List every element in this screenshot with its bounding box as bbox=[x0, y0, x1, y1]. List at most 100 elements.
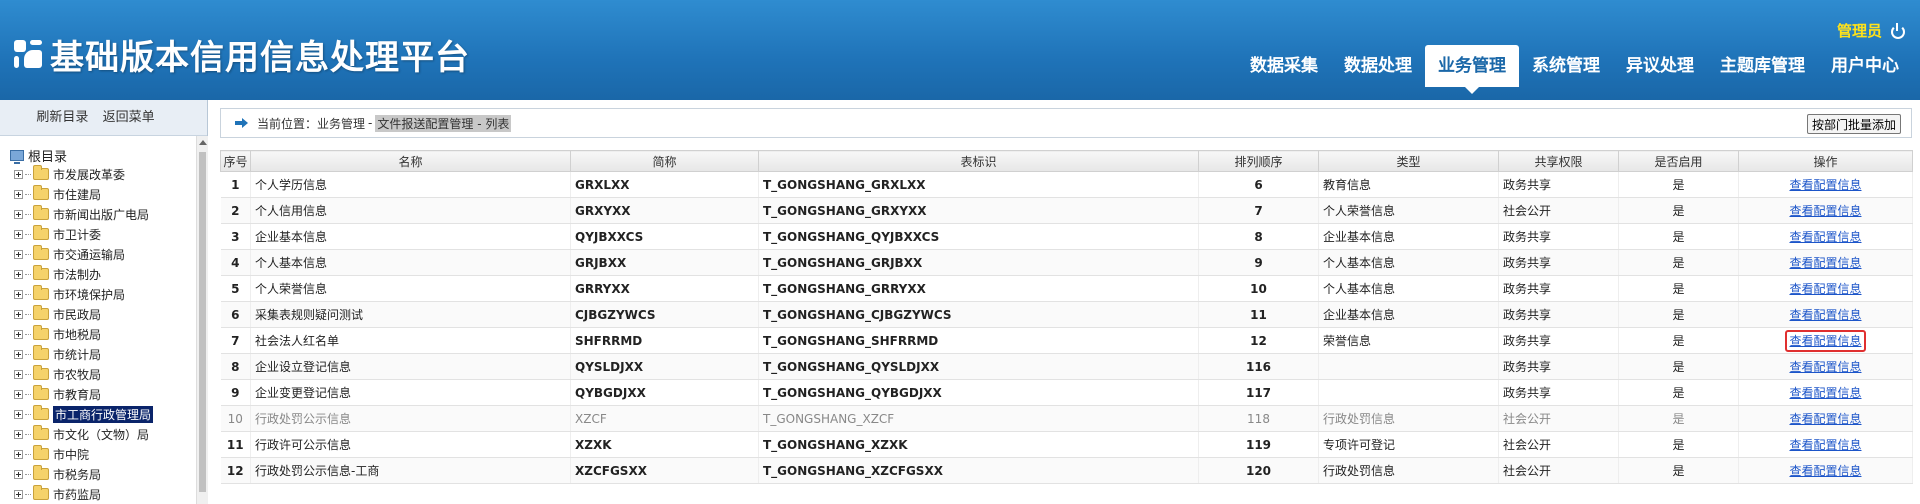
batch-add-button[interactable]: 按部门批量添加 bbox=[1806, 114, 1901, 134]
tree-node[interactable]: 市发展改革委 bbox=[0, 164, 196, 184]
back-menu-link[interactable]: 返回菜单 bbox=[103, 110, 155, 125]
tree-node[interactable]: 市新闻出版广电局 bbox=[0, 204, 196, 224]
expand-icon[interactable] bbox=[14, 489, 23, 499]
tree-node-label[interactable]: 市地税局 bbox=[53, 326, 101, 343]
view-config-link[interactable]: 查看配置信息 bbox=[1788, 410, 1862, 428]
expand-icon[interactable] bbox=[14, 389, 23, 399]
tree-node-label[interactable]: 市统计局 bbox=[53, 346, 101, 363]
view-config-link[interactable]: 查看配置信息 bbox=[1785, 330, 1866, 352]
tree-node-label[interactable]: 市税务局 bbox=[53, 466, 101, 483]
tree-node[interactable]: 市中院 bbox=[0, 444, 196, 464]
expand-icon[interactable] bbox=[14, 269, 23, 279]
tree-node-label[interactable]: 市住建局 bbox=[53, 186, 101, 203]
tree-node[interactable]: 市环境保护局 bbox=[0, 284, 196, 304]
user-name[interactable]: 管理员 bbox=[1837, 20, 1882, 41]
expand-icon[interactable] bbox=[14, 429, 23, 439]
view-config-link[interactable]: 查看配置信息 bbox=[1788, 306, 1862, 324]
tree-node-label[interactable]: 市民政局 bbox=[53, 306, 101, 323]
cell-type: 企业基本信息 bbox=[1318, 223, 1499, 250]
cell-abbr: GRRYXX bbox=[570, 275, 759, 302]
tree-root[interactable]: 根目录 bbox=[0, 146, 196, 165]
tree-node-label[interactable]: 市交通运输局 bbox=[53, 246, 125, 263]
tree-node[interactable]: 市住建局 bbox=[0, 184, 196, 204]
sidebar-scrollbar[interactable] bbox=[196, 136, 208, 504]
cell-enabled: 是 bbox=[1618, 301, 1739, 328]
cell-abbr: SHFRRMD bbox=[570, 327, 759, 354]
tree-node[interactable]: 市税务局 bbox=[0, 464, 196, 484]
tree-node[interactable]: 市卫计委 bbox=[0, 224, 196, 244]
cell-no: 1 bbox=[220, 171, 251, 198]
tree-root-label[interactable]: 根目录 bbox=[28, 146, 67, 165]
tree-node[interactable]: 市统计局 bbox=[0, 344, 196, 364]
tree-node-label[interactable]: 市工商行政管理局 bbox=[53, 405, 154, 423]
expand-icon[interactable] bbox=[14, 289, 23, 299]
view-config-link[interactable]: 查看配置信息 bbox=[1788, 358, 1862, 376]
folder-icon bbox=[33, 485, 49, 500]
cell-action: 查看配置信息 bbox=[1738, 353, 1913, 380]
view-config-link[interactable]: 查看配置信息 bbox=[1788, 176, 1862, 194]
tree-node[interactable]: 市工商行政管理局 bbox=[0, 404, 196, 424]
tree-node[interactable]: 市教育局 bbox=[0, 384, 196, 404]
tree-node-label[interactable]: 市卫计委 bbox=[53, 226, 101, 243]
nav-item[interactable]: 系统管理 bbox=[1519, 45, 1613, 87]
nav-item[interactable]: 异议处理 bbox=[1613, 45, 1707, 87]
expand-icon[interactable] bbox=[14, 329, 23, 339]
view-config-link[interactable]: 查看配置信息 bbox=[1788, 202, 1862, 220]
cell-order: 8 bbox=[1198, 223, 1319, 250]
expand-icon[interactable] bbox=[14, 449, 23, 459]
view-config-link[interactable]: 查看配置信息 bbox=[1788, 280, 1862, 298]
tree-node-label[interactable]: 市文化（文物）局 bbox=[53, 426, 149, 443]
scroll-up-icon[interactable] bbox=[199, 140, 207, 145]
tree-node[interactable]: 市交通运输局 bbox=[0, 244, 196, 264]
expand-icon[interactable] bbox=[14, 409, 23, 419]
cell-order: 120 bbox=[1198, 457, 1319, 484]
tree-node-label[interactable]: 市中院 bbox=[53, 446, 89, 463]
cell-share: 社会公开 bbox=[1498, 405, 1619, 432]
tree-node[interactable]: 市民政局 bbox=[0, 304, 196, 324]
expand-icon[interactable] bbox=[14, 209, 23, 219]
nav-item[interactable]: 主题库管理 bbox=[1707, 45, 1818, 87]
nav-item[interactable]: 数据采集 bbox=[1237, 45, 1331, 87]
expand-icon[interactable] bbox=[14, 309, 23, 319]
nav-item[interactable]: 业务管理 bbox=[1425, 45, 1519, 94]
cell-action: 查看配置信息 bbox=[1738, 301, 1913, 328]
cell-no: 11 bbox=[220, 431, 251, 458]
expand-icon[interactable] bbox=[14, 229, 23, 239]
cell-order: 7 bbox=[1198, 197, 1319, 224]
tree-node[interactable]: 市法制办 bbox=[0, 264, 196, 284]
view-config-link[interactable]: 查看配置信息 bbox=[1788, 462, 1862, 480]
tree-node-label[interactable]: 市法制办 bbox=[53, 266, 101, 283]
app-title: 基础版本信用信息处理平台 bbox=[50, 38, 470, 78]
power-icon[interactable] bbox=[1890, 22, 1906, 39]
refresh-tree-link[interactable]: 刷新目录 bbox=[36, 110, 88, 125]
view-config-link[interactable]: 查看配置信息 bbox=[1788, 254, 1862, 272]
expand-icon[interactable] bbox=[14, 369, 23, 379]
expand-icon[interactable] bbox=[14, 349, 23, 359]
tree-node-label[interactable]: 市发展改革委 bbox=[53, 166, 125, 183]
expand-icon[interactable] bbox=[14, 249, 23, 259]
scroll-thumb[interactable] bbox=[199, 152, 206, 492]
tree-node[interactable]: 市药监局 bbox=[0, 484, 196, 504]
expand-icon[interactable] bbox=[14, 469, 23, 479]
cell-enabled: 是 bbox=[1618, 327, 1739, 354]
expand-icon[interactable] bbox=[14, 169, 23, 179]
view-config-link[interactable]: 查看配置信息 bbox=[1788, 436, 1862, 454]
cell-enabled: 是 bbox=[1618, 249, 1739, 276]
tree-node-label[interactable]: 市教育局 bbox=[53, 386, 101, 403]
nav-item[interactable]: 用户中心 bbox=[1818, 45, 1912, 87]
view-config-link[interactable]: 查看配置信息 bbox=[1788, 384, 1862, 402]
tree-node-label[interactable]: 市农牧局 bbox=[53, 366, 101, 383]
tree-node-label[interactable]: 市环境保护局 bbox=[53, 286, 125, 303]
cell-type bbox=[1318, 379, 1499, 406]
user-box[interactable]: 管理员 bbox=[1837, 20, 1906, 41]
view-config-link[interactable]: 查看配置信息 bbox=[1788, 228, 1862, 246]
tree-node-label[interactable]: 市药监局 bbox=[53, 486, 101, 503]
tree-node[interactable]: 市地税局 bbox=[0, 324, 196, 344]
tree-node[interactable]: 市文化（文物）局 bbox=[0, 424, 196, 444]
cell-name: 企业变更登记信息 bbox=[250, 379, 571, 406]
expand-icon[interactable] bbox=[14, 189, 23, 199]
nav-item[interactable]: 数据处理 bbox=[1331, 45, 1425, 87]
tree-node-label[interactable]: 市新闻出版广电局 bbox=[53, 206, 149, 223]
tree-node[interactable]: 市农牧局 bbox=[0, 364, 196, 384]
breadcrumb-sep: - bbox=[368, 116, 373, 130]
